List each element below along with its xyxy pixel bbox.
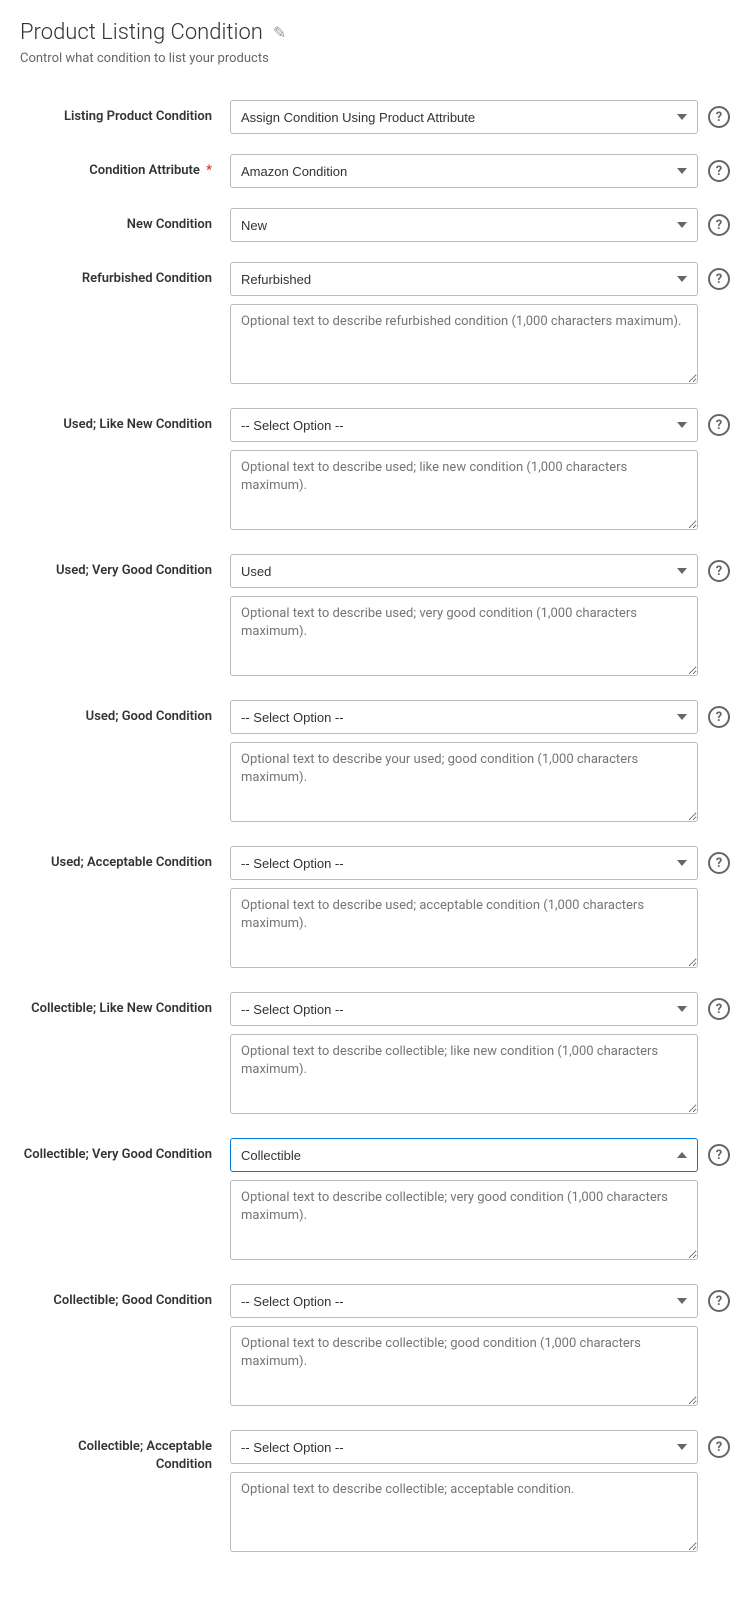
help-icon-listing_product_condition[interactable]: ? [708,106,730,128]
help-icon-refurbished_condition[interactable]: ? [708,268,730,290]
control-wrap-new_condition: New [230,208,698,242]
help-icon-used_good_condition[interactable]: ? [708,706,730,728]
form-row-refurbished_condition: Refurbished ConditionRefurbished? [20,252,730,398]
help-icon-new_condition[interactable]: ? [708,214,730,236]
control-wrap-refurbished_condition: Refurbished [230,262,698,388]
control-wrap-collectible_acceptable_condition: -- Select Option -- [230,1430,698,1556]
field-condition_attribute: Amazon Condition? [230,154,730,188]
control-wrap-collectible_very_good_condition: Collectible [230,1138,698,1264]
field-new_condition: New? [230,208,730,242]
form-row-used_like_new_condition: Used; Like New Condition-- Select Option… [20,398,730,544]
control-wrap-used_like_new_condition: -- Select Option -- [230,408,698,534]
label-collectible_acceptable_condition: Collectible; Acceptable Condition [20,1430,230,1474]
select-collectible_good_condition[interactable]: -- Select Option -- [230,1284,698,1318]
help-icon-collectible_acceptable_condition[interactable]: ? [708,1436,730,1458]
textarea-collectible_good_condition[interactable] [230,1326,698,1406]
field-collectible_good_condition: -- Select Option --? [230,1284,730,1410]
field-collectible_acceptable_condition: -- Select Option --? [230,1430,730,1556]
select-collectible_like_new_condition[interactable]: -- Select Option -- [230,992,698,1026]
select-used_acceptable_condition[interactable]: -- Select Option -- [230,846,698,880]
form-row-collectible_acceptable_condition: Collectible; Acceptable Condition-- Sele… [20,1420,730,1566]
required-condition_attribute: * [203,163,212,178]
select-collectible_acceptable_condition[interactable]: -- Select Option -- [230,1430,698,1464]
help-icon-used_very_good_condition[interactable]: ? [708,560,730,582]
label-new_condition: New Condition [20,208,230,234]
textarea-used_like_new_condition[interactable] [230,450,698,530]
select-refurbished_condition[interactable]: Refurbished [230,262,698,296]
field-used_good_condition: -- Select Option --? [230,700,730,826]
form-row-used_very_good_condition: Used; Very Good ConditionUsed? [20,544,730,690]
control-wrap-collectible_good_condition: -- Select Option -- [230,1284,698,1410]
control-wrap-collectible_like_new_condition: -- Select Option -- [230,992,698,1118]
field-collectible_very_good_condition: Collectible? [230,1138,730,1264]
textarea-refurbished_condition[interactable] [230,304,698,384]
select-used_good_condition[interactable]: -- Select Option -- [230,700,698,734]
control-wrap-condition_attribute: Amazon Condition [230,154,698,188]
form-row-new_condition: New ConditionNew? [20,198,730,252]
control-wrap-used_acceptable_condition: -- Select Option -- [230,846,698,972]
field-used_acceptable_condition: -- Select Option --? [230,846,730,972]
form-row-used_good_condition: Used; Good Condition-- Select Option --? [20,690,730,836]
label-used_acceptable_condition: Used; Acceptable Condition [20,846,230,872]
form-container: Listing Product ConditionAssign Conditio… [20,90,730,1566]
textarea-used_very_good_condition[interactable] [230,596,698,676]
label-condition_attribute: Condition Attribute * [20,154,230,180]
textarea-used_good_condition[interactable] [230,742,698,822]
field-used_like_new_condition: -- Select Option --? [230,408,730,534]
form-row-collectible_like_new_condition: Collectible; Like New Condition-- Select… [20,982,730,1128]
select-condition_attribute[interactable]: Amazon Condition [230,154,698,188]
textarea-used_acceptable_condition[interactable] [230,888,698,968]
textarea-collectible_acceptable_condition[interactable] [230,1472,698,1552]
control-wrap-listing_product_condition: Assign Condition Using Product Attribute [230,100,698,134]
page-subtitle: Control what condition to list your prod… [20,51,730,66]
select-listing_product_condition[interactable]: Assign Condition Using Product Attribute [230,100,698,134]
form-row-used_acceptable_condition: Used; Acceptable Condition-- Select Opti… [20,836,730,982]
page-title-container: Product Listing Condition ✎ [20,20,730,45]
help-icon-used_like_new_condition[interactable]: ? [708,414,730,436]
label-collectible_very_good_condition: Collectible; Very Good Condition [20,1138,230,1164]
help-icon-collectible_very_good_condition[interactable]: ? [708,1144,730,1166]
label-used_like_new_condition: Used; Like New Condition [20,408,230,434]
label-collectible_good_condition: Collectible; Good Condition [20,1284,230,1310]
textarea-collectible_very_good_condition[interactable] [230,1180,698,1260]
label-used_very_good_condition: Used; Very Good Condition [20,554,230,580]
field-listing_product_condition: Assign Condition Using Product Attribute… [230,100,730,134]
edit-icon[interactable]: ✎ [273,23,286,42]
label-collectible_like_new_condition: Collectible; Like New Condition [20,992,230,1018]
help-icon-collectible_good_condition[interactable]: ? [708,1290,730,1312]
form-row-collectible_very_good_condition: Collectible; Very Good ConditionCollecti… [20,1128,730,1274]
help-icon-collectible_like_new_condition[interactable]: ? [708,998,730,1020]
label-refurbished_condition: Refurbished Condition [20,262,230,288]
field-collectible_like_new_condition: -- Select Option --? [230,992,730,1118]
page-title: Product Listing Condition [20,20,263,45]
field-refurbished_condition: Refurbished? [230,262,730,388]
form-row-condition_attribute: Condition Attribute *Amazon Condition? [20,144,730,198]
help-icon-used_acceptable_condition[interactable]: ? [708,852,730,874]
label-used_good_condition: Used; Good Condition [20,700,230,726]
select-collectible_very_good_condition[interactable]: Collectible [230,1138,698,1172]
form-row-collectible_good_condition: Collectible; Good Condition-- Select Opt… [20,1274,730,1420]
select-used_like_new_condition[interactable]: -- Select Option -- [230,408,698,442]
control-wrap-used_very_good_condition: Used [230,554,698,680]
help-icon-condition_attribute[interactable]: ? [708,160,730,182]
field-used_very_good_condition: Used? [230,554,730,680]
textarea-collectible_like_new_condition[interactable] [230,1034,698,1114]
label-listing_product_condition: Listing Product Condition [20,100,230,126]
control-wrap-used_good_condition: -- Select Option -- [230,700,698,826]
select-new_condition[interactable]: New [230,208,698,242]
form-row-listing_product_condition: Listing Product ConditionAssign Conditio… [20,90,730,144]
select-used_very_good_condition[interactable]: Used [230,554,698,588]
